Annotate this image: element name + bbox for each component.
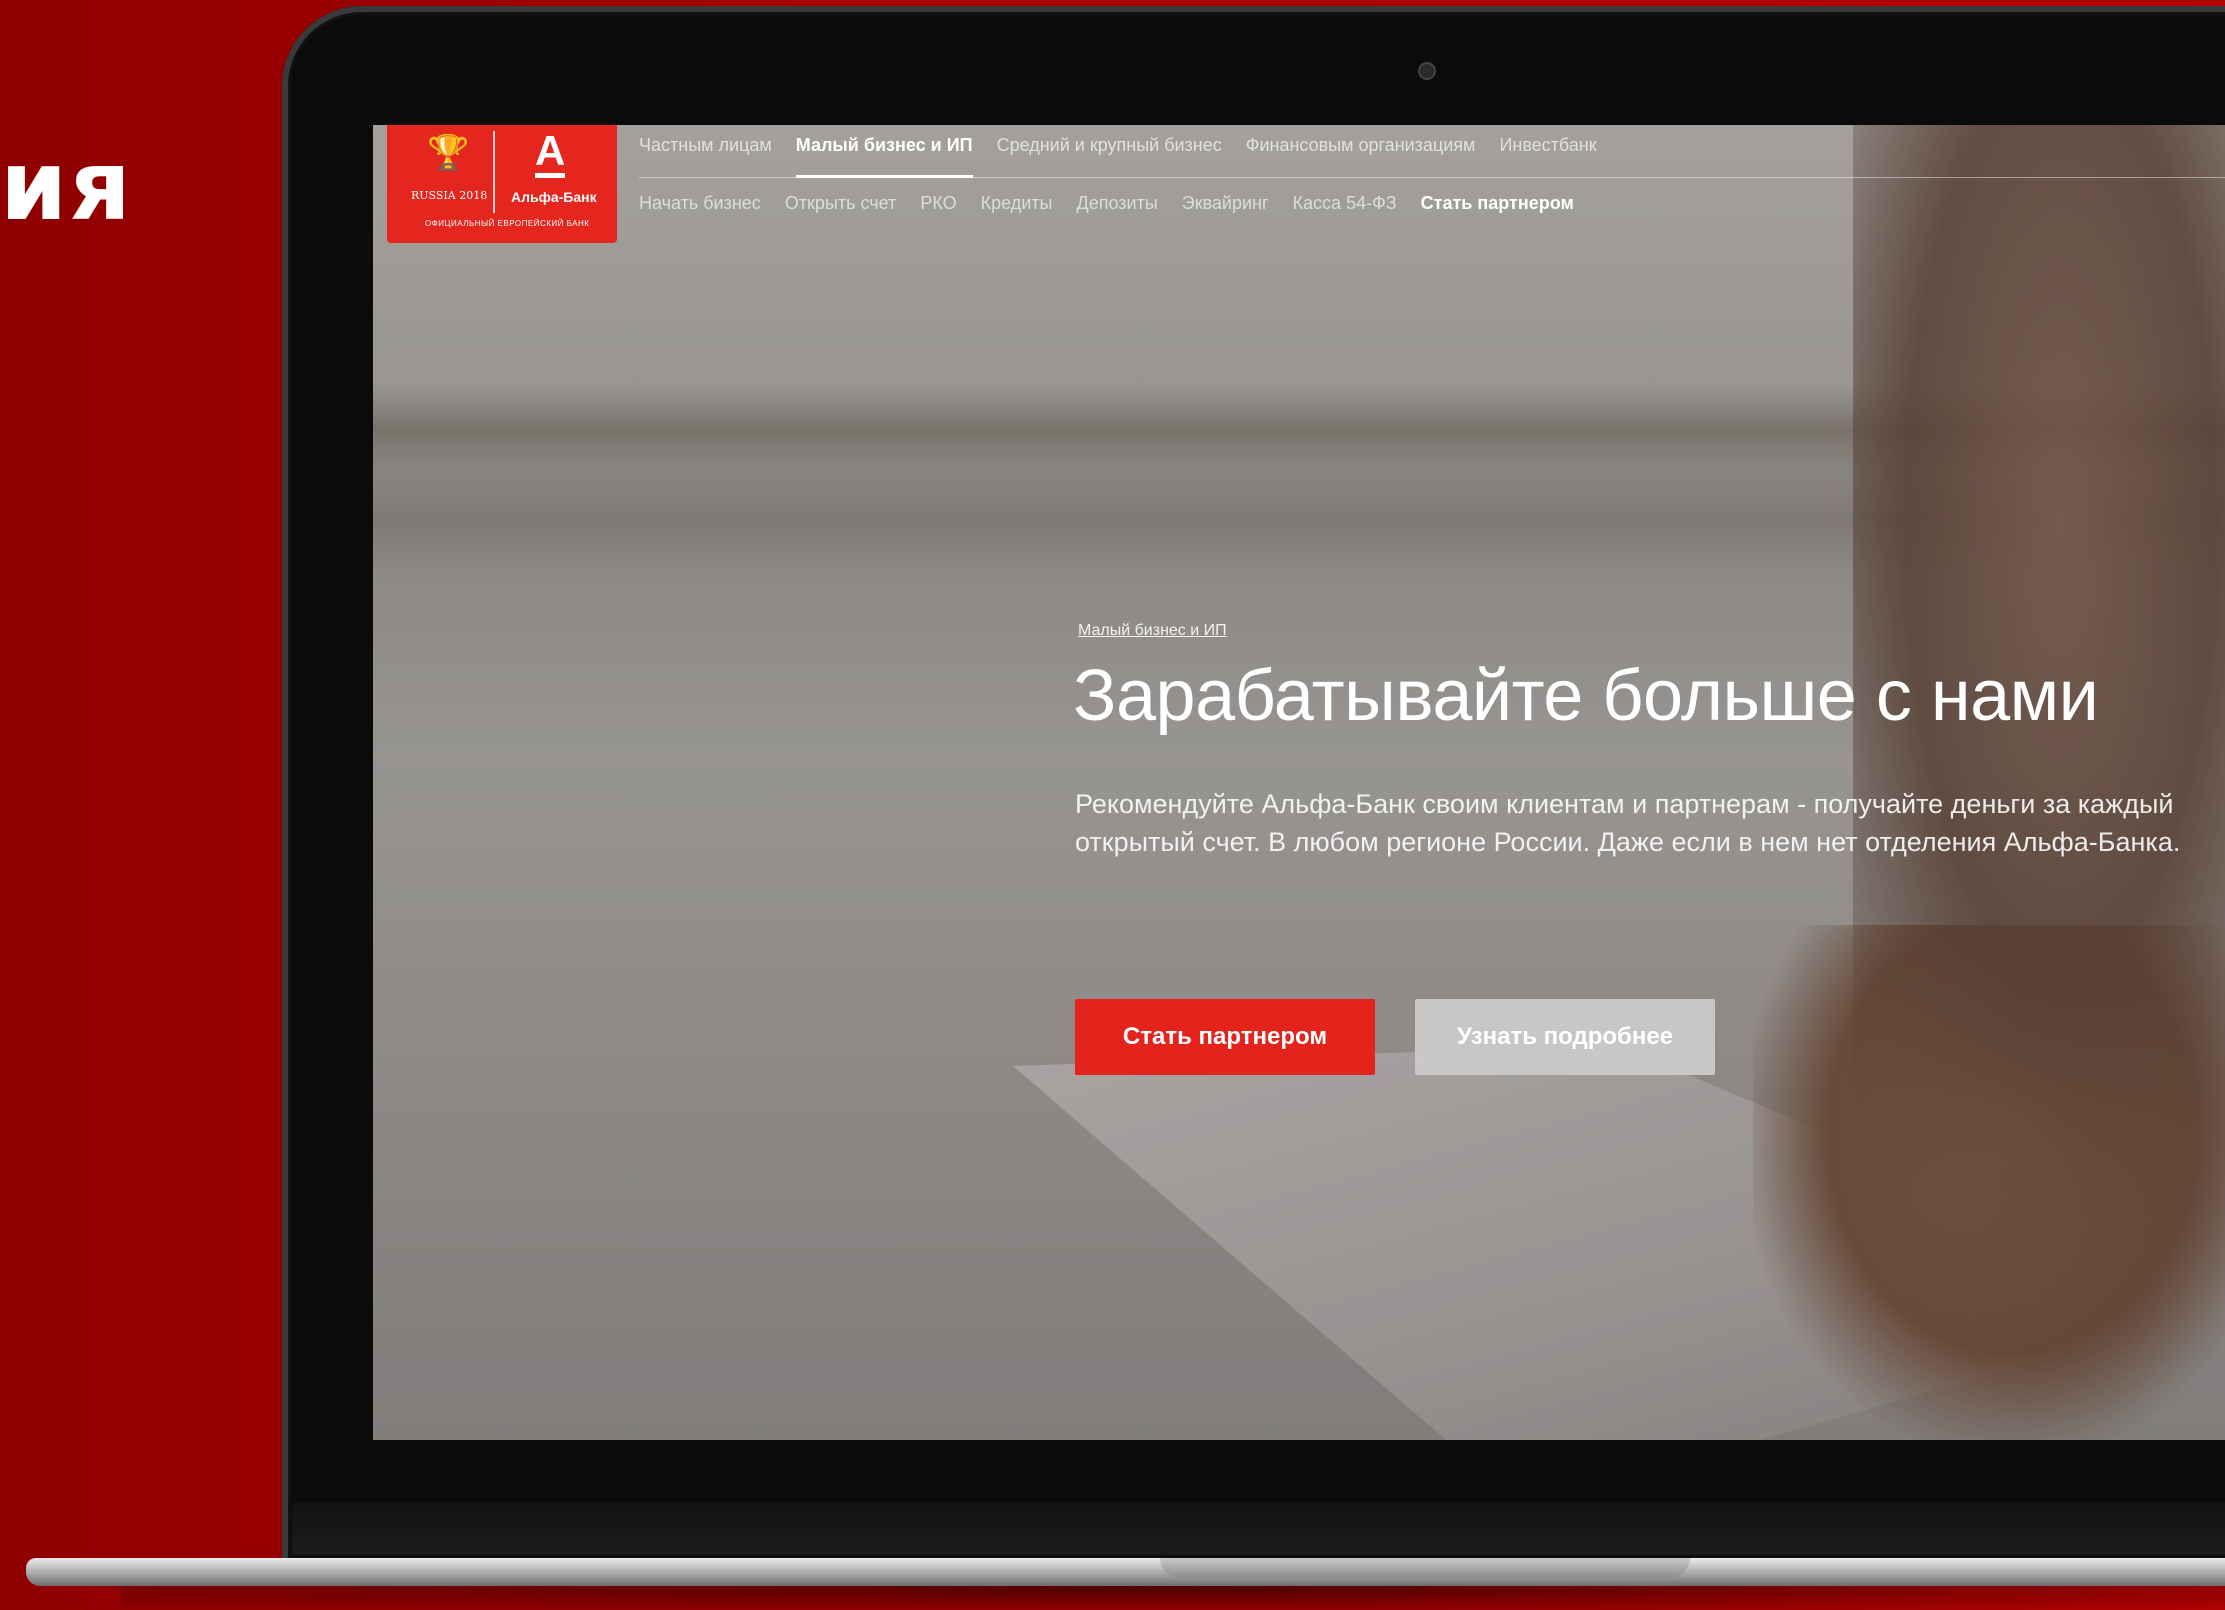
primary-nav: Частным лицам Малый бизнес и ИП Средний … <box>639 135 1597 178</box>
subnav-become-partner[interactable]: Стать партнером <box>1421 193 1574 214</box>
subnav-deposits[interactable]: Депозиты <box>1077 193 1158 214</box>
become-partner-button[interactable]: Стать партнером <box>1075 999 1375 1075</box>
hero-overlay <box>373 125 2225 1440</box>
camera-icon <box>1418 62 1436 80</box>
secondary-nav: Начать бизнес Открыть счет РКО Кредиты Д… <box>639 193 1574 214</box>
browser-screen: 🏆 RUSSIA 2018 А Альфа-Банк ОФИЦИАЛЬНЫЙ Е… <box>373 125 2225 1440</box>
nav-item-private[interactable]: Частным лицам <box>639 135 772 169</box>
site-logo[interactable]: 🏆 RUSSIA 2018 А Альфа-Банк ОФИЦИАЛЬНЫЙ Е… <box>387 125 617 243</box>
subnav-cash-register[interactable]: Касса 54-ФЗ <box>1293 193 1397 214</box>
slide-title-fragment: ия <box>0 130 133 242</box>
logo-tagline: ОФИЦИАЛЬНЫЙ ЕВРОПЕЙСКИЙ БАНК <box>425 219 590 228</box>
nav-item-small-business[interactable]: Малый бизнес и ИП <box>795 135 973 178</box>
logo-divider <box>493 131 495 213</box>
laptop-base-notch <box>1160 1558 1690 1578</box>
hero-title: Зарабатывайте больше с нами <box>1073 656 2099 736</box>
laptop-shadow <box>120 1586 2225 1610</box>
alfa-letter-icon: А <box>535 127 566 174</box>
nav-divider <box>639 177 2225 178</box>
laptop-bezel-bottom <box>292 1503 2225 1555</box>
alfa-letter-bar <box>535 173 565 178</box>
nav-item-investbank[interactable]: Инвестбанк <box>1499 135 1596 169</box>
subnav-start-business[interactable]: Начать бизнес <box>639 193 761 214</box>
laptop-base <box>26 1558 2225 1586</box>
nav-item-financial[interactable]: Финансовым организациям <box>1246 135 1476 169</box>
nav-item-corporate[interactable]: Средний и крупный бизнес <box>997 135 1222 169</box>
hero-description: Рекомендуйте Альфа-Банк своим клиентам и… <box>1075 789 2181 857</box>
subnav-rko[interactable]: РКО <box>920 193 956 214</box>
bank-name: Альфа-Банк <box>511 189 597 205</box>
subnav-open-account[interactable]: Открыть счет <box>785 193 897 214</box>
world-cup-icon: 🏆 <box>427 134 470 172</box>
learn-more-button[interactable]: Узнать подробнее <box>1415 999 1715 1075</box>
subnav-acquiring[interactable]: Эквайринг <box>1182 193 1269 214</box>
subnav-credits[interactable]: Кредиты <box>981 193 1053 214</box>
world-cup-label: RUSSIA 2018 <box>411 189 488 202</box>
breadcrumb[interactable]: Малый бизнес и ИП <box>1078 622 1227 640</box>
